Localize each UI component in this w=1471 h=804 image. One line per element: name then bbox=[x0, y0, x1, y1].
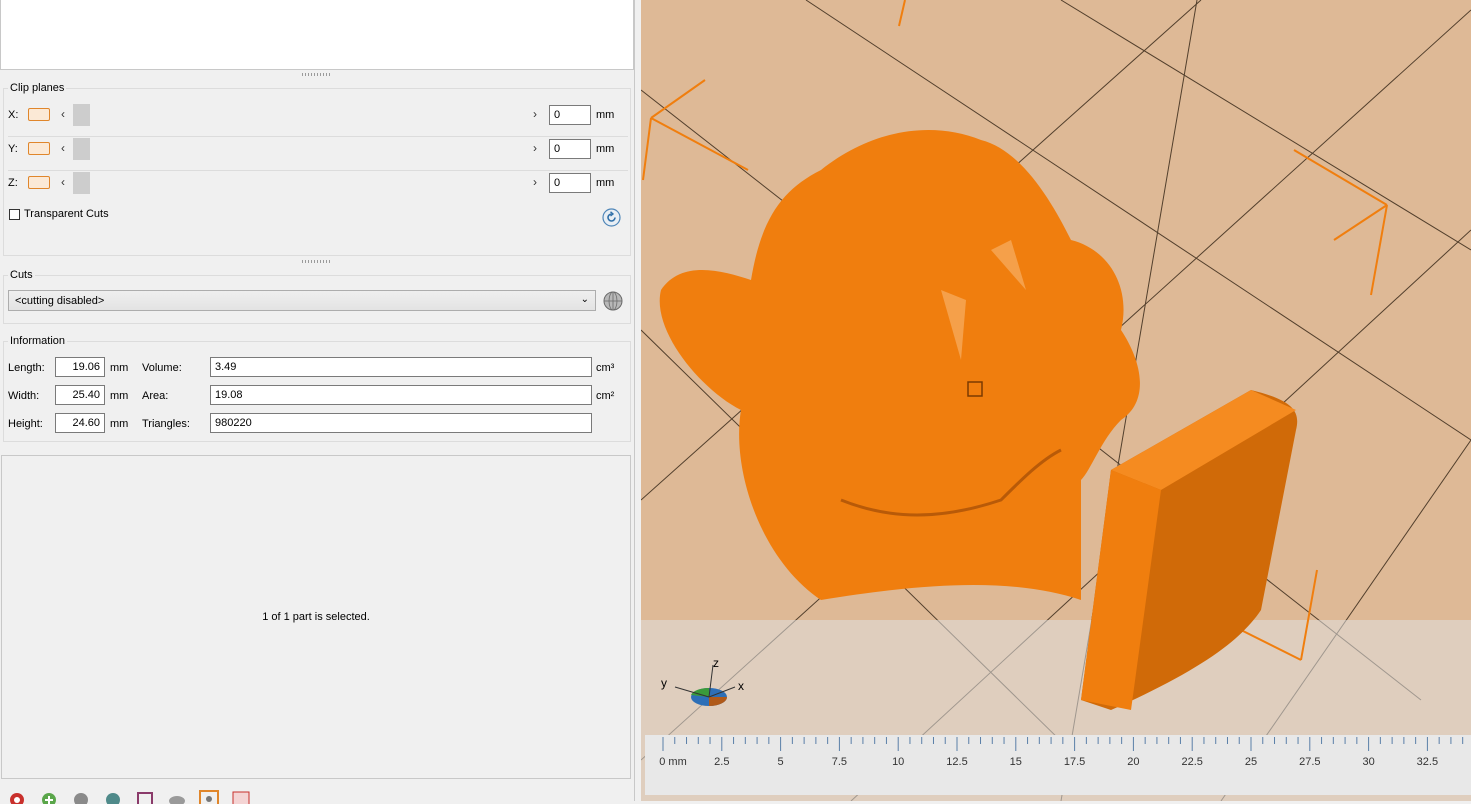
width-value: 25.40 bbox=[55, 385, 105, 405]
transparent-cuts-label: Transparent Cuts bbox=[24, 208, 109, 220]
clip-z-toggle[interactable] bbox=[28, 176, 50, 189]
gear-icon[interactable] bbox=[6, 788, 28, 804]
ruler-ticks bbox=[662, 737, 1464, 751]
splitter-grip[interactable] bbox=[302, 260, 332, 263]
ruler-label: 10 bbox=[892, 756, 905, 768]
ruler-label: 25 bbox=[1244, 756, 1258, 768]
information-title: Information bbox=[8, 335, 68, 347]
triangles-value: 980220 bbox=[210, 413, 592, 433]
divider bbox=[8, 136, 628, 137]
volume-unit: cm³ bbox=[596, 362, 615, 374]
ruler: 0 mm 2.5 5 7.5 10 12.5 15 17.5 20 22.5 25 27.5 30 32.… bbox=[645, 735, 1471, 795]
clip-z-left-arrow[interactable]: ‹ bbox=[61, 175, 65, 189]
cut-sphere-icon[interactable] bbox=[601, 290, 625, 312]
calendar-icon[interactable] bbox=[230, 788, 252, 804]
ruler-label: 12.5 bbox=[946, 756, 968, 768]
transparent-cuts-checkbox[interactable] bbox=[9, 209, 20, 220]
ruler-label: 30 bbox=[1362, 756, 1375, 768]
ruler-label: 27.5 bbox=[1299, 756, 1321, 768]
clip-z-input[interactable]: 0 bbox=[549, 173, 591, 193]
clip-x-label: X: bbox=[8, 109, 19, 121]
chevron-down-icon: ⌄ bbox=[580, 294, 589, 305]
plus-icon[interactable] bbox=[38, 788, 60, 804]
volume-label: Volume: bbox=[142, 362, 182, 374]
clip-y-unit: mm bbox=[596, 143, 615, 155]
height-label: Height: bbox=[8, 418, 43, 430]
clip-y-label: Y: bbox=[8, 143, 18, 155]
clip-z-label: Z: bbox=[8, 177, 18, 189]
ruler-label: 7.5 bbox=[831, 756, 848, 768]
divider bbox=[8, 170, 628, 171]
area-label: Area: bbox=[142, 390, 169, 402]
ruler-label: 17.5 bbox=[1063, 756, 1086, 768]
clip-y-left-arrow[interactable]: ‹ bbox=[61, 141, 65, 155]
refresh-icon[interactable] bbox=[102, 788, 124, 804]
ruler-label: 0 mm bbox=[659, 756, 687, 768]
clip-z-slider-thumb[interactable] bbox=[73, 172, 90, 194]
triangles-label: Triangles: bbox=[142, 418, 190, 430]
ruler-label: 2.5 bbox=[714, 756, 730, 768]
ruler-label: 22.5 bbox=[1181, 756, 1203, 768]
zoom-icon[interactable] bbox=[198, 788, 220, 804]
width-unit: mm bbox=[110, 390, 129, 402]
reset-icon[interactable] bbox=[602, 208, 621, 227]
axis-x-label: x bbox=[738, 679, 744, 693]
clip-x-left-arrow[interactable]: ‹ bbox=[61, 107, 65, 121]
selection-status: 1 of 1 part is selected. bbox=[262, 611, 370, 623]
object-list-area[interactable] bbox=[0, 0, 634, 70]
length-unit: mm bbox=[110, 362, 129, 374]
area-value: 19.08 bbox=[210, 385, 592, 405]
3d-viewport[interactable]: z y x bbox=[641, 0, 1471, 801]
clip-x-right-arrow[interactable]: › bbox=[533, 107, 537, 121]
width-label: Width: bbox=[8, 390, 40, 402]
clip-planes-title: Clip planes bbox=[8, 82, 67, 94]
clip-x-slider-thumb[interactable] bbox=[73, 104, 90, 126]
clip-x-unit: mm bbox=[596, 109, 615, 121]
length-value: 19.06 bbox=[55, 357, 105, 377]
ruler-label: 5 bbox=[777, 756, 784, 768]
axis-z-label: z bbox=[713, 656, 719, 670]
height-value: 24.60 bbox=[55, 413, 105, 433]
volume-value: 3.49 bbox=[210, 357, 592, 377]
clip-z-unit: mm bbox=[596, 177, 615, 189]
ruler-label: 15 bbox=[1009, 756, 1022, 768]
splitter-grip[interactable] bbox=[302, 73, 332, 76]
clip-x-toggle[interactable] bbox=[28, 108, 50, 121]
cuts-title: Cuts bbox=[8, 269, 35, 281]
area-unit: cm² bbox=[596, 390, 615, 402]
length-label: Length: bbox=[8, 362, 45, 374]
clip-z-right-arrow[interactable]: › bbox=[533, 175, 537, 189]
clip-x-input[interactable]: 0 bbox=[549, 105, 591, 125]
cuts-dropdown[interactable]: <cutting disabled> ⌄ bbox=[8, 290, 596, 311]
viewport-scene bbox=[641, 0, 1471, 801]
dome-icon[interactable] bbox=[166, 788, 188, 804]
axis-y-label: y bbox=[661, 676, 667, 690]
bottom-toolbar bbox=[0, 786, 637, 804]
frame-icon[interactable] bbox=[134, 788, 156, 804]
ruler-label: 20 bbox=[1127, 756, 1140, 768]
height-unit: mm bbox=[110, 418, 129, 430]
cuts-dropdown-value: <cutting disabled> bbox=[15, 295, 105, 307]
sphere-icon[interactable] bbox=[70, 788, 92, 804]
side-panel: Clip planes X: ‹ › 0 mm Y: ‹ › 0 mm Z: ‹… bbox=[0, 0, 637, 804]
ruler-label: 32.5 bbox=[1416, 756, 1439, 768]
clip-y-right-arrow[interactable]: › bbox=[533, 141, 537, 155]
clip-y-toggle[interactable] bbox=[28, 142, 50, 155]
clip-y-slider-thumb[interactable] bbox=[73, 138, 90, 160]
clip-y-input[interactable]: 0 bbox=[549, 139, 591, 159]
